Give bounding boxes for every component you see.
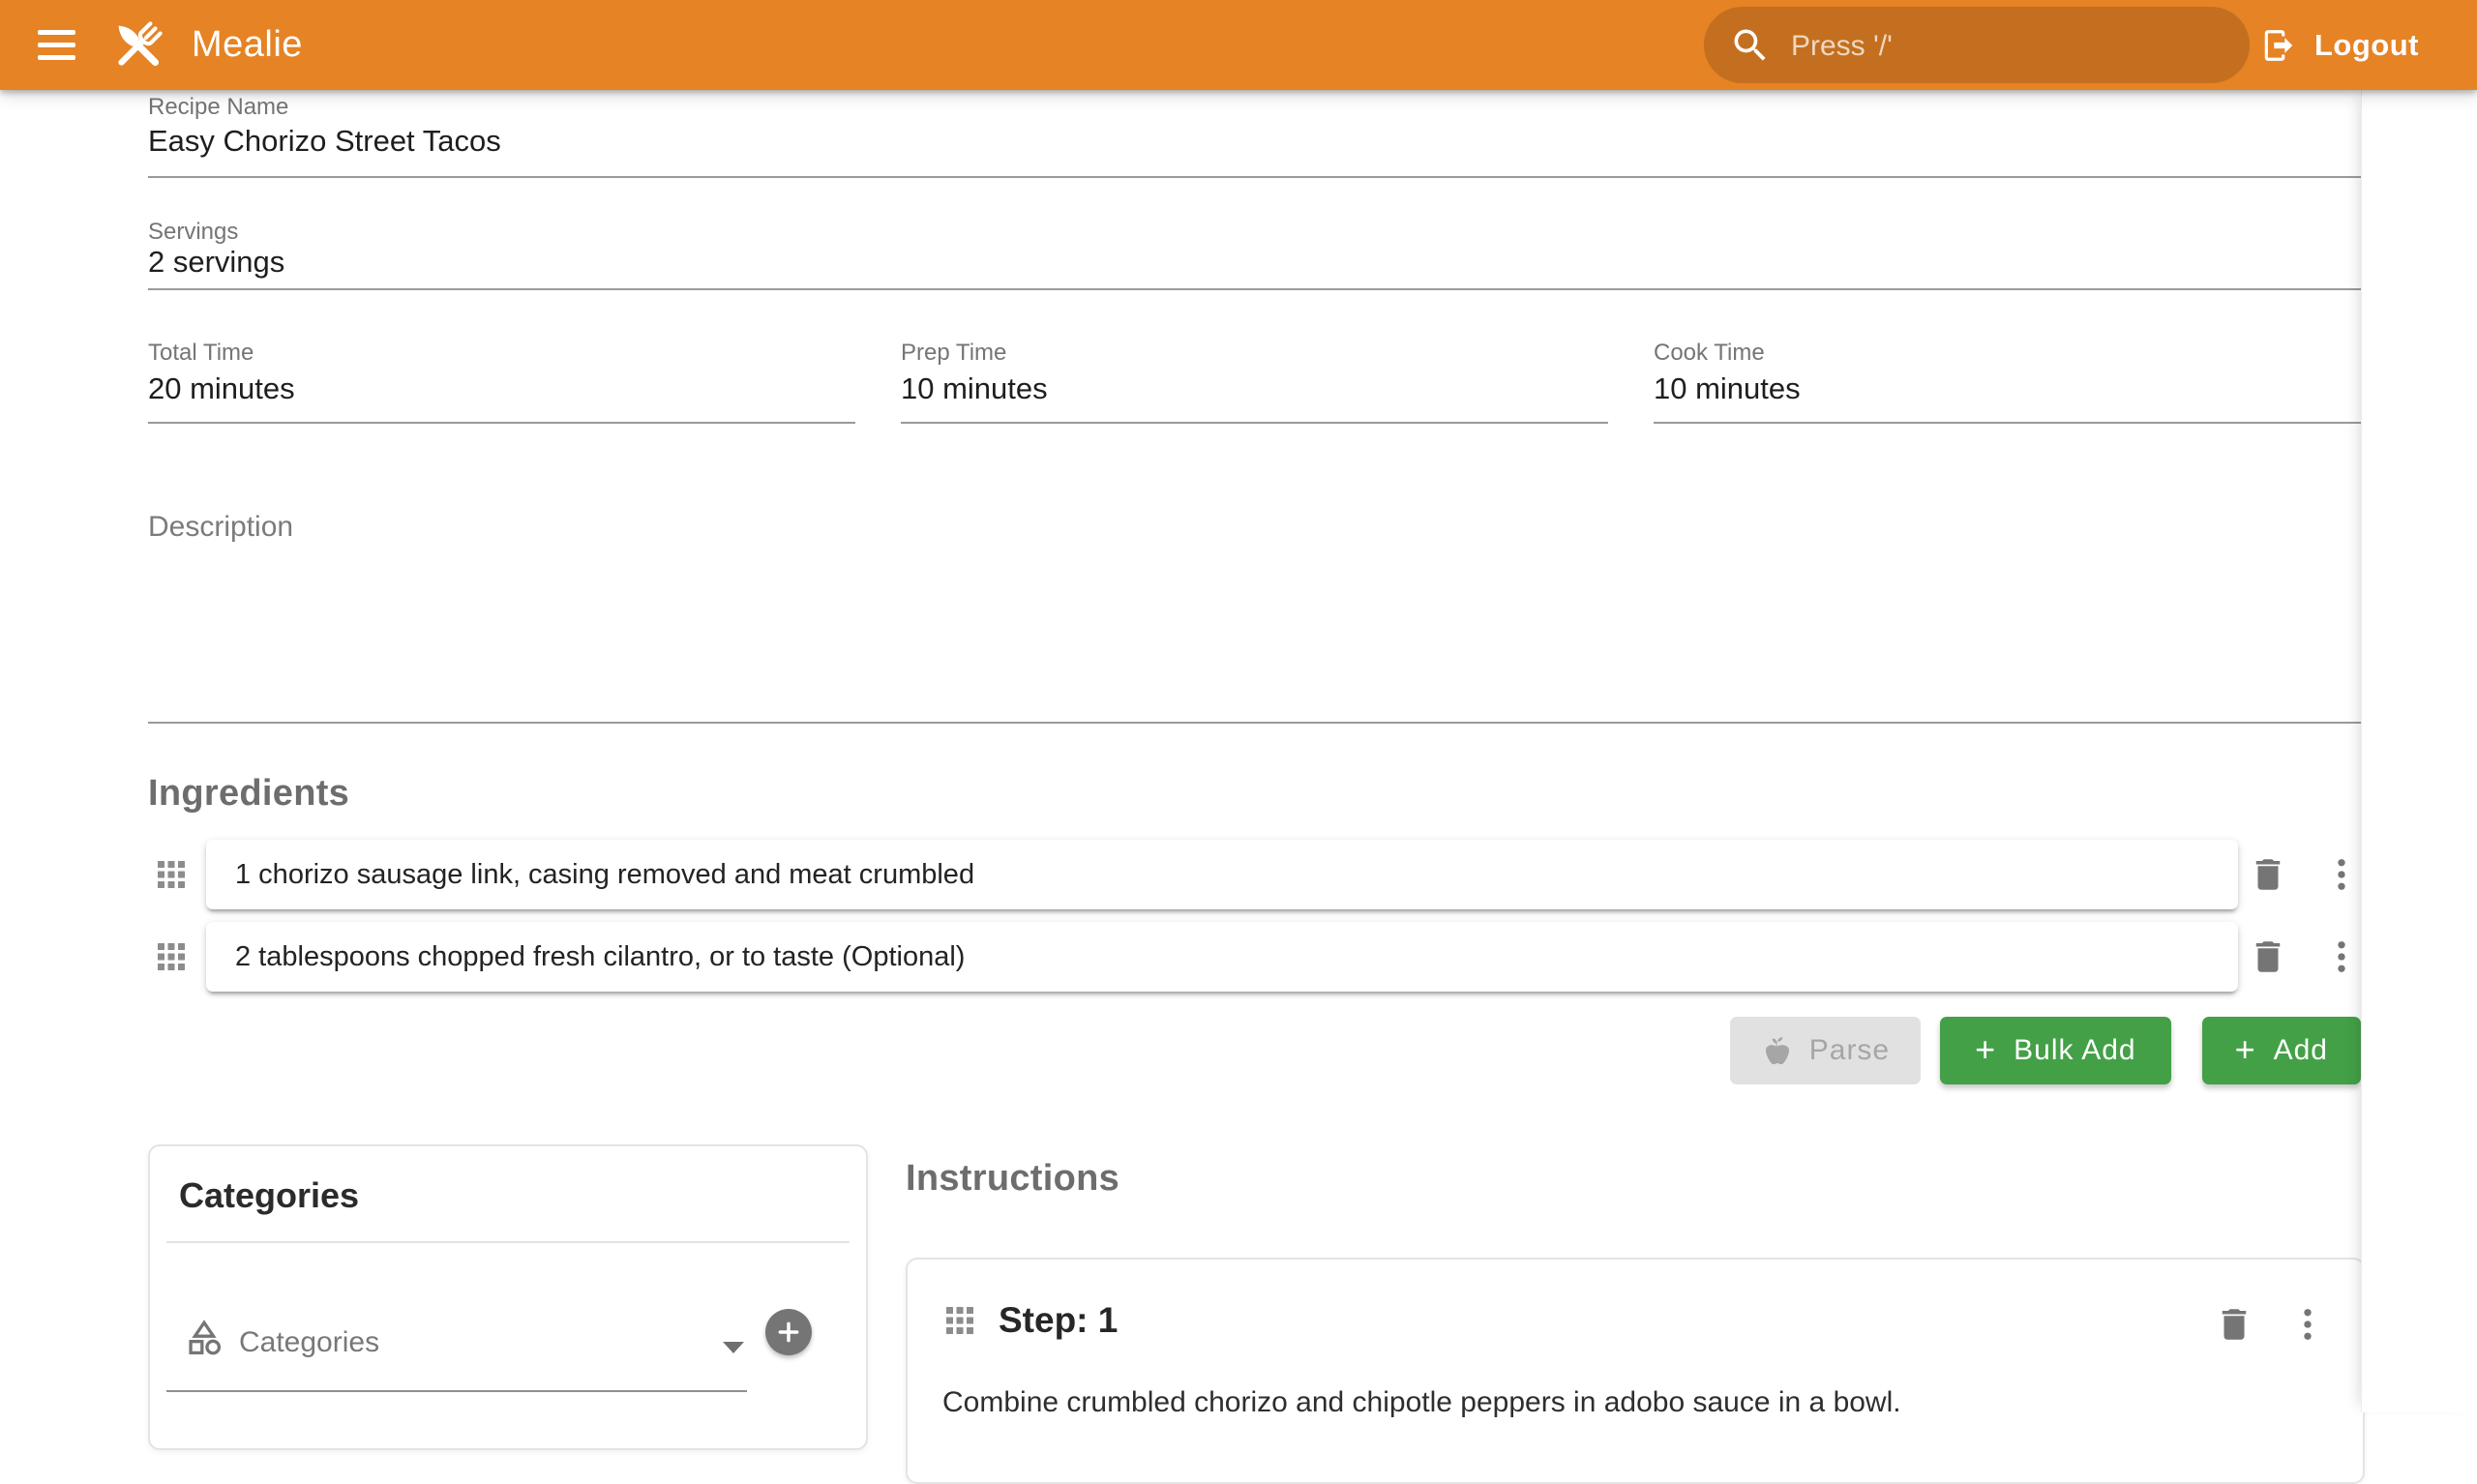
recipe-editor: Recipe Name Servings Total Time Prep Tim…: [148, 0, 2361, 1412]
total-time-field: Total Time: [148, 340, 855, 427]
bulk-add-label: Bulk Add: [2014, 1034, 2135, 1067]
drag-handle-icon[interactable]: [944, 1305, 975, 1336]
logout-button[interactable]: Logout: [2260, 0, 2419, 90]
ingredient-input[interactable]: [206, 922, 2238, 992]
drag-handle-icon[interactable]: [154, 857, 189, 892]
categories-divider: [166, 1241, 850, 1243]
parse-label: Parse: [1809, 1034, 1890, 1067]
recipe-name-underline: [148, 176, 2361, 178]
recipe-name-input[interactable]: [148, 118, 2361, 164]
add-category-button[interactable]: [765, 1309, 812, 1355]
prep-time-underline: [901, 422, 1608, 424]
time-fields-row: Total Time Prep Time Cook Time: [148, 340, 2361, 427]
delete-ingredient-button[interactable]: [2242, 848, 2294, 901]
plus-icon: +: [2235, 1029, 2256, 1070]
step-header-row: Step: 1: [944, 1300, 1118, 1341]
ingredient-menu-button[interactable]: [2315, 848, 2368, 901]
description-label: Description: [148, 511, 293, 544]
cook-time-input[interactable]: [1654, 366, 2361, 412]
app-bar: Mealie Logout: [0, 0, 2477, 90]
add-label: Add: [2274, 1034, 2328, 1067]
parse-button[interactable]: Parse: [1730, 1017, 1921, 1084]
add-ingredient-button[interactable]: + Add: [2202, 1017, 2361, 1084]
categories-title: Categories: [179, 1175, 359, 1216]
hamburger-menu-icon[interactable]: [29, 18, 83, 73]
kebab-dots-icon: [2287, 1304, 2328, 1345]
right-edge-gutter: [2361, 90, 2477, 1412]
ingredient-input[interactable]: [206, 840, 2238, 909]
cook-time-label: Cook Time: [1654, 340, 1765, 367]
trash-icon: [2248, 854, 2288, 895]
categories-card: Categories Categories: [148, 1144, 868, 1450]
trash-icon: [2214, 1304, 2254, 1345]
recipe-name-label: Recipe Name: [148, 94, 288, 121]
ingredient-input-card: [206, 922, 2238, 992]
step-card: Step: 1 Combine crumbled chorizo and chi…: [906, 1258, 2365, 1484]
plus-icon: [776, 1320, 801, 1345]
description-underline: [148, 722, 2361, 724]
ingredient-row: [148, 920, 2361, 994]
categories-select-label: Categories: [239, 1326, 379, 1359]
instructions-heading: Instructions: [906, 1158, 1119, 1200]
step-title: Step: 1: [999, 1300, 1118, 1341]
delete-ingredient-button[interactable]: [2242, 931, 2294, 983]
servings-input[interactable]: [148, 240, 2361, 284]
app-title[interactable]: Mealie: [192, 24, 303, 66]
ingredients-heading: Ingredients: [148, 773, 349, 815]
ingredient-row: [148, 838, 2361, 911]
ingredient-menu-button[interactable]: [2315, 931, 2368, 983]
prep-time-field: Prep Time: [901, 340, 1608, 427]
apple-icon: [1761, 1034, 1794, 1067]
kebab-dots-icon: [2321, 854, 2362, 895]
shapes-icon: [183, 1317, 225, 1359]
bulk-add-button[interactable]: + Bulk Add: [1940, 1017, 2170, 1084]
logout-label: Logout: [2314, 28, 2419, 63]
logout-icon: [2260, 27, 2297, 64]
description-textarea[interactable]: [148, 548, 2365, 721]
ingredient-input-card: [206, 840, 2238, 909]
chevron-down-icon[interactable]: [723, 1342, 744, 1353]
cook-time-field: Cook Time: [1654, 340, 2361, 427]
search-box[interactable]: [1704, 7, 2250, 83]
total-time-label: Total Time: [148, 340, 254, 367]
prep-time-label: Prep Time: [901, 340, 1006, 367]
delete-step-button[interactable]: [2208, 1298, 2260, 1350]
trash-icon: [2248, 936, 2288, 977]
servings-underline: [148, 288, 2361, 290]
step-instruction-text[interactable]: Combine crumbled chorizo and chipotle pe…: [942, 1383, 2326, 1422]
categories-select-underline: [166, 1390, 747, 1392]
prep-time-input[interactable]: [901, 366, 1608, 412]
total-time-underline: [148, 422, 855, 424]
drag-handle-icon[interactable]: [154, 939, 189, 974]
total-time-input[interactable]: [148, 366, 855, 412]
cook-time-underline: [1654, 422, 2361, 424]
plus-icon: +: [1975, 1029, 1996, 1070]
ingredient-actions: Parse + Bulk Add + Add: [1730, 1017, 2361, 1084]
mealie-logo-icon[interactable]: [106, 14, 170, 77]
search-input[interactable]: [1789, 7, 2219, 85]
kebab-dots-icon: [2321, 936, 2362, 977]
search-icon: [1729, 24, 1772, 67]
step-menu-button[interactable]: [2282, 1298, 2334, 1350]
